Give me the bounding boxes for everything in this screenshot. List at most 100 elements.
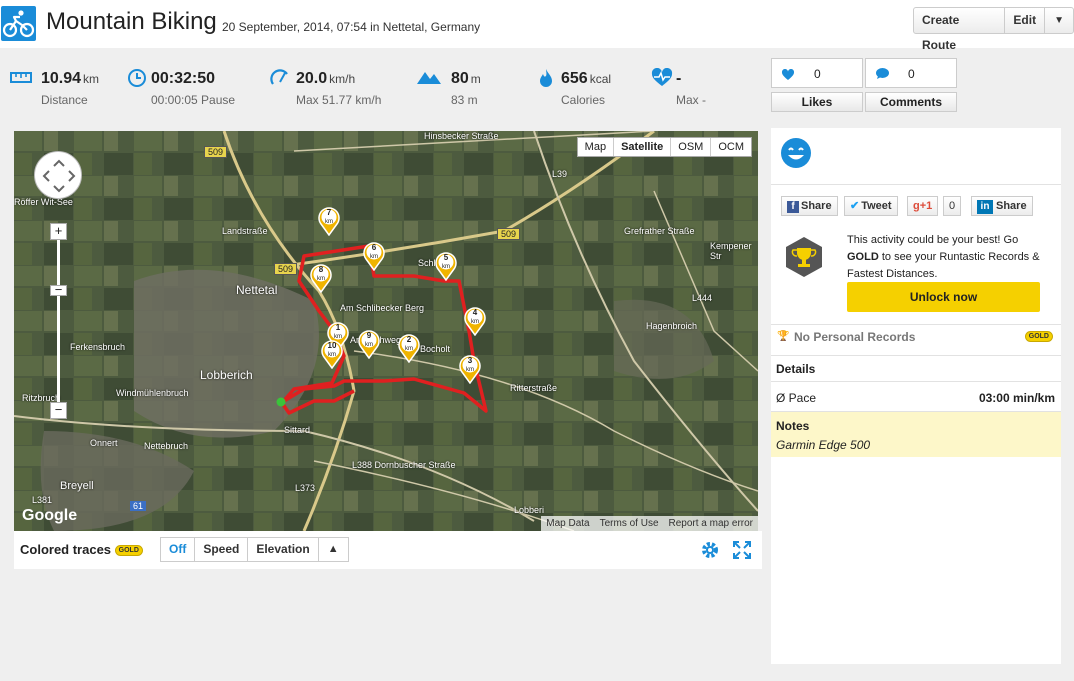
edit-dropdown-button[interactable]: ▼ <box>1045 8 1073 33</box>
map-type-satellite[interactable]: Satellite <box>614 138 672 156</box>
km-marker-5[interactable]: 5 km <box>434 251 458 281</box>
settings-gear-icon[interactable] <box>700 540 720 565</box>
report-map-error-link[interactable]: Report a map error <box>664 516 758 531</box>
clock-icon <box>127 68 149 88</box>
fullscreen-icon[interactable] <box>732 540 752 565</box>
facebook-icon: f <box>787 201 799 213</box>
notes-text: Garmin Edge 500 <box>776 438 871 452</box>
km-marker-6[interactable]: 6 km <box>362 241 386 271</box>
comment-bubble-icon <box>875 67 890 85</box>
heart-rate-icon <box>651 67 673 88</box>
gold-upsell: This activity could be your best! Go GOL… <box>771 226 1061 324</box>
twitter-bird-icon: ✔ <box>850 200 860 212</box>
speed-icon <box>270 68 292 88</box>
details-header: Details <box>771 355 1061 381</box>
trace-elevation-button[interactable]: Elevation <box>248 538 319 561</box>
map-data-link[interactable]: Map Data <box>541 516 594 531</box>
road-badge-509-east: 509 <box>497 228 521 240</box>
max-speed-label: Max 51.77 km/h <box>296 93 382 107</box>
smiley-mood-icon <box>780 137 812 174</box>
unlock-now-button[interactable]: Unlock now <box>847 282 1040 312</box>
calories-unit: kcal <box>589 72 612 86</box>
distance-value: 10.94 <box>41 70 82 87</box>
place-label-ferkensbruch: Ferkensbruch <box>70 342 126 352</box>
place-label-hinsbecker-strasse: Hinsbecker Straße <box>424 131 499 141</box>
km-marker-10[interactable]: 10 km <box>320 339 344 369</box>
pace-row: Ø Pace 03:00 min/km <box>771 381 1061 411</box>
create-route-button[interactable]: Create Route <box>914 8 1006 52</box>
place-label-bocholt: Bocholt <box>420 344 451 354</box>
stats-bar: 10.94 km Distance 00:32:50 00:00:05 Pause… <box>0 60 770 116</box>
pan-arrows-icon <box>42 159 76 193</box>
map-attribution: Map Data Terms of Use Report a map error <box>541 516 758 531</box>
route-map[interactable]: Nettetal Lobberich Hinsbecker Straße Hag… <box>14 131 758 531</box>
edit-button[interactable]: Edit <box>1005 8 1046 33</box>
speed-unit: km/h <box>329 72 356 86</box>
pause-label: 00:00:05 Pause <box>151 93 236 107</box>
place-label-ritterstrasse: Ritterstraße <box>510 383 558 393</box>
km-marker-3[interactable]: 3 km <box>458 354 482 384</box>
map-type-osm[interactable]: OSM <box>671 138 712 156</box>
place-label-hagenbroich: Hagenbroich <box>646 321 698 331</box>
notes-title: Notes <box>776 419 810 433</box>
place-label-dornbuscher-strasse: L388 Dornbuscher Straße <box>352 460 456 470</box>
map-type-map[interactable]: Map <box>578 138 615 156</box>
tweet-button[interactable]: ✔ Tweet <box>844 196 898 216</box>
gold-badge-records: GOLD <box>1024 331 1053 342</box>
mountain-bike-icon <box>1 6 36 41</box>
place-label-grefrather-strasse: Grefrather Straße <box>624 226 695 236</box>
zoom-slider-track[interactable] <box>57 231 60 411</box>
km-marker-4[interactable]: 4 km <box>463 306 487 336</box>
road-label-l373: L373 <box>295 483 316 493</box>
flame-icon <box>538 68 560 88</box>
zoom-out-button[interactable]: − <box>50 402 67 419</box>
likes-count: 0 <box>814 67 821 81</box>
km-marker-9[interactable]: 9 km <box>357 329 381 359</box>
header-actions: Create Route Edit ▼ <box>913 7 1074 52</box>
map-type-ocm[interactable]: OCM <box>711 138 751 156</box>
km-marker-8[interactable]: 8 km <box>309 263 333 293</box>
heart-rate-value: - <box>676 70 682 87</box>
terms-of-use-link[interactable]: Terms of Use <box>595 516 664 531</box>
place-label-nettebruch: Nettebruch <box>144 441 189 451</box>
distance-label: Distance <box>41 93 88 107</box>
elevation-unit: m <box>470 72 481 86</box>
details-title: Details <box>776 362 816 376</box>
pace-value: 03:00 min/km <box>978 391 1055 405</box>
facebook-share-button[interactable]: f Share <box>781 196 838 216</box>
distance-unit: km <box>83 72 100 86</box>
elevation-label: 83 m <box>451 93 478 107</box>
trace-collapse-button[interactable]: ▲ <box>318 538 348 561</box>
place-label-lobberich: Lobberich <box>200 368 253 382</box>
elevation-icon <box>416 68 442 88</box>
place-label-kempener-strasse: Kempener Str <box>710 241 752 261</box>
trophy-icon <box>785 236 823 283</box>
page-title: Mountain Biking <box>46 8 217 35</box>
heart-icon <box>781 68 795 86</box>
speed-value: 20.0 <box>296 70 328 87</box>
pace-label: Ø Pace <box>776 391 817 405</box>
zoom-in-button[interactable]: + <box>50 223 67 240</box>
linkedin-icon: in <box>977 200 993 214</box>
divider <box>771 184 1061 185</box>
place-label-onnert: Onnert <box>90 438 118 448</box>
notes-box: Notes Garmin Edge 500 <box>771 411 1061 457</box>
likes-button[interactable]: Likes <box>771 92 863 112</box>
trace-off-button[interactable]: Off <box>161 538 196 561</box>
linkedin-share-button[interactable]: in Share <box>971 196 1033 216</box>
trace-speed-button[interactable]: Speed <box>195 538 249 561</box>
google-plus-button[interactable]: g+1 <box>907 196 939 216</box>
road-badge-509: 509 <box>204 146 228 158</box>
pan-control[interactable] <box>34 151 82 199</box>
road-label-l444: L444 <box>692 293 713 303</box>
satellite-imagery <box>14 131 758 531</box>
place-label-nettetal: Nettetal <box>236 283 278 297</box>
trace-controls: Colored traces GOLD Off Speed Elevation … <box>14 531 762 569</box>
colored-traces-label: Colored traces GOLD <box>20 542 143 557</box>
zoom-slider-handle[interactable]: − <box>50 283 67 296</box>
place-label-landstrasse: Landstraße <box>222 226 268 236</box>
km-marker-2[interactable]: 2 km <box>397 333 421 363</box>
duration-value: 00:32:50 <box>151 70 216 87</box>
comments-button[interactable]: Comments <box>865 92 957 112</box>
km-marker-7[interactable]: 7 km <box>317 206 341 236</box>
